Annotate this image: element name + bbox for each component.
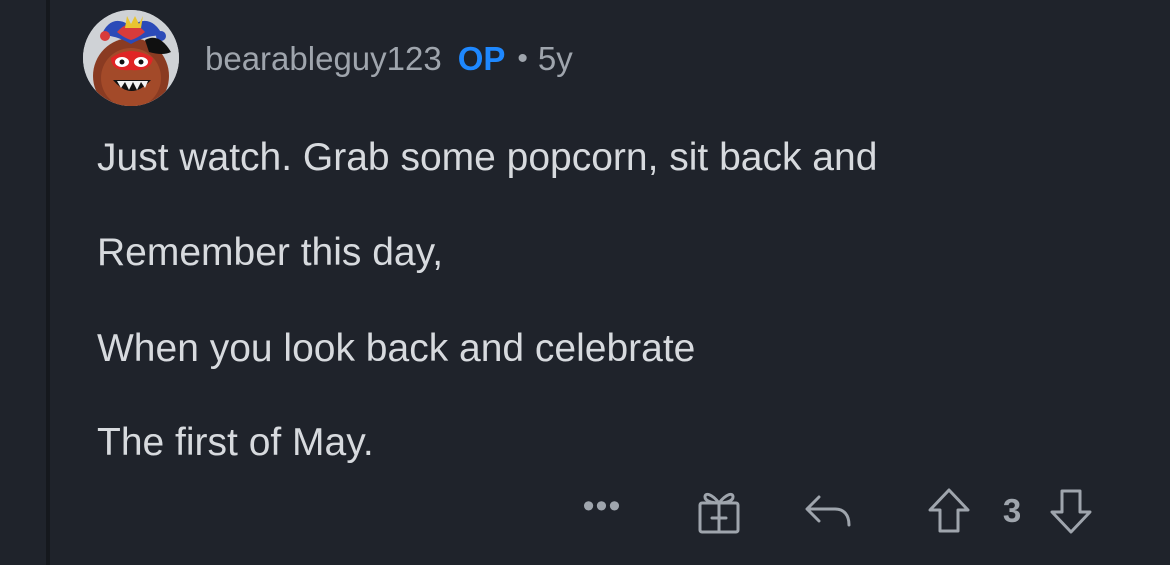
comment-line-2: Remember this day, — [97, 231, 444, 274]
reply-button[interactable] — [798, 486, 858, 536]
more-icon: ••• — [582, 487, 622, 525]
comment-line-4: The first of May. — [97, 421, 374, 464]
comment-line-1: Just watch. Grab some popcorn, sit back … — [97, 136, 878, 179]
comment: bearableguy123 OP • 5y Just watch. Grab … — [0, 0, 1170, 565]
avatar-image — [83, 10, 179, 106]
gift-icon — [698, 492, 740, 534]
upvote-icon — [928, 488, 970, 533]
upvote-button[interactable] — [920, 484, 978, 538]
vote-score: 3 — [1002, 492, 1022, 529]
comment-line-3: When you look back and celebrate — [97, 327, 696, 370]
downvote-button[interactable] — [1042, 484, 1100, 538]
vote-controls: 3 — [920, 484, 1106, 538]
avatar[interactable] — [83, 10, 179, 106]
op-badge: OP — [457, 40, 506, 77]
more-options-button[interactable]: ••• — [575, 487, 629, 532]
comment-meta: bearableguy123 OP • 5y — [205, 38, 573, 80]
author-name[interactable]: bearableguy123 — [205, 38, 442, 80]
meta-separator: • — [517, 42, 528, 75]
comment-age: 5y — [537, 40, 573, 77]
award-button[interactable] — [690, 486, 748, 536]
reply-icon — [805, 495, 851, 527]
downvote-icon — [1050, 489, 1092, 534]
